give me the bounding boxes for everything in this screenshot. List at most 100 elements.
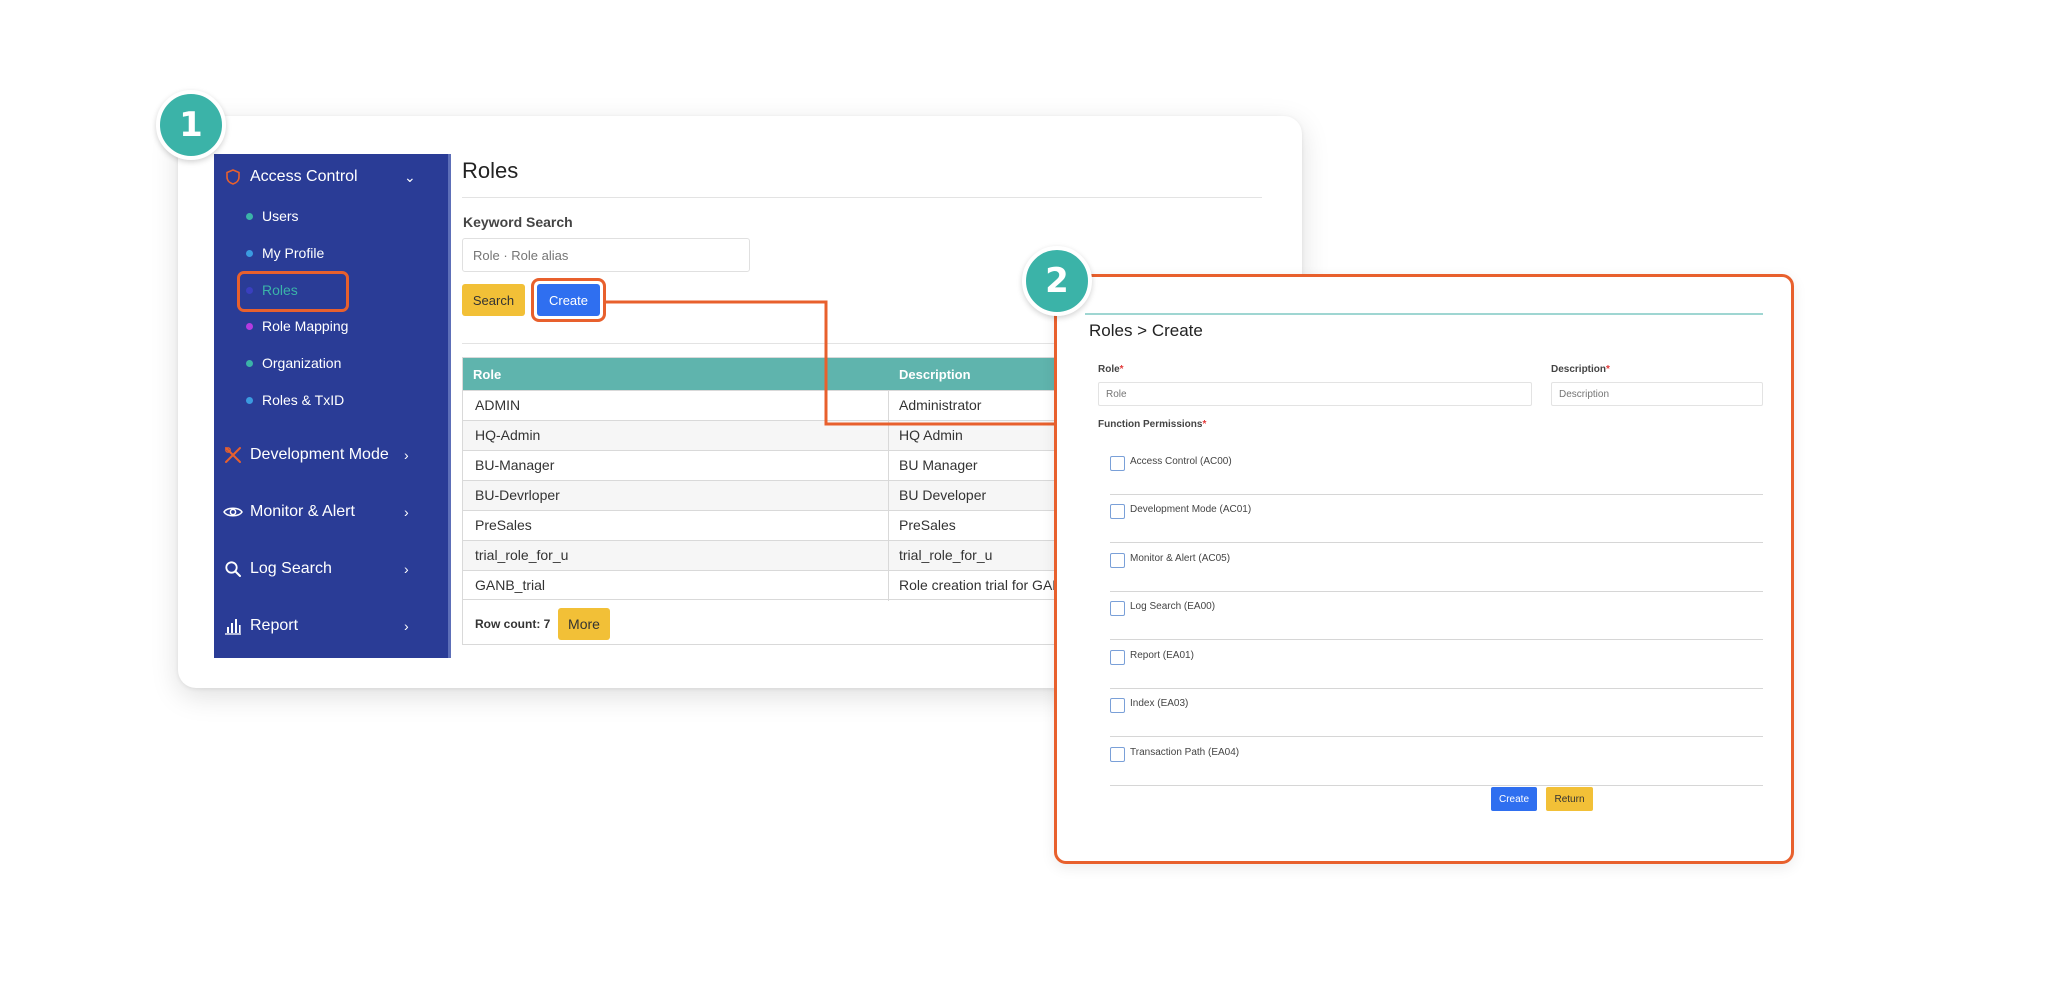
permission-label: Access Control (AC00) [1130,456,1232,467]
description-cell: PreSales [899,517,956,533]
bullet-dot-icon [246,359,253,367]
column-header-role: Role [473,367,502,382]
chevron-down-icon: ⌄ [404,168,416,185]
permission-label: Development Mode (AC01) [1130,504,1252,515]
sidebar-item-organization[interactable]: Organization [246,351,341,375]
permission-checkbox[interactable] [1110,747,1125,762]
permission-row[interactable]: Access Control (AC00) [1110,446,1763,495]
sidebar-item-users[interactable]: Users [246,204,299,228]
more-button[interactable]: More [558,608,610,640]
sidebar-section-log-search[interactable]: Log Search › [214,549,448,589]
role-input[interactable] [1098,382,1532,406]
sidebar-section-label: Monitor & Alert [250,503,355,520]
sidebar-section-label: Access Control [250,168,358,185]
description-field-label: Description* [1551,364,1610,375]
form-top-divider [1085,313,1763,315]
sidebar-item-my-profile[interactable]: My Profile [246,241,324,265]
role-cell: ADMIN [475,397,521,413]
role-cell: PreSales [475,517,532,533]
permission-row[interactable]: Log Search (EA00) [1110,591,1763,640]
description-cell: trial_role_for_u [899,547,993,563]
table-header: Role Description [463,358,1062,390]
table-row[interactable]: ADMIN Administrator [463,390,1062,420]
table-row[interactable]: BU-Manager BU Manager [463,450,1062,480]
permission-row[interactable]: Development Mode (AC01) [1110,494,1763,543]
table-row[interactable]: PreSales PreSales [463,510,1062,540]
column-header-description: Description [899,367,971,382]
table-row[interactable]: GANB_trial Role creation trial for GANB [463,570,1062,600]
bar-chart-icon [222,615,244,637]
sidebar-item-label: My Profile [262,245,325,261]
description-cell: Role creation trial for GANB [899,577,1062,593]
callout-badge-2: 2 [1022,246,1092,316]
eye-icon [222,501,244,523]
row-count: Row count: 7 [475,617,551,631]
sidebar-item-label: Users [262,208,299,224]
table-row[interactable]: BU-Devrloper BU Developer [463,480,1062,510]
sidebar-section-label: Report [250,617,299,634]
chevron-right-icon: › [404,561,409,577]
bullet-dot-icon [246,249,253,257]
sidebar-item-roles-txid[interactable]: Roles & TxID [246,388,344,412]
permission-label: Log Search (EA00) [1130,601,1216,612]
role-cell: BU-Manager [475,457,555,473]
sidebar-section-label: Log Search [250,560,332,577]
permission-label: Index (EA03) [1130,698,1189,709]
function-permissions-label: Function Permissions* [1098,419,1207,430]
permission-checkbox[interactable] [1110,553,1125,568]
title-divider [462,197,1262,198]
description-input[interactable] [1551,382,1763,406]
callout-badge-1: 1 [156,90,226,160]
description-cell: BU Developer [899,487,987,503]
keyword-search-input[interactable] [462,238,750,272]
chevron-right-icon: › [404,447,409,463]
chevron-right-icon: › [404,504,409,520]
bullet-dot-icon [246,212,253,220]
page-title: Roles [462,158,519,183]
sidebar-section-development-mode[interactable]: Development Mode › [214,435,448,475]
sidebar-item-label: Organization [262,355,342,371]
description-cell: Administrator [899,397,982,413]
permission-row[interactable]: Index (EA03) [1110,688,1763,737]
sidebar-item-role-mapping[interactable]: Role Mapping [246,314,348,338]
role-field-label: Role* [1098,364,1124,375]
permission-row[interactable]: Transaction Path (EA04) [1110,737,1763,786]
roles-highlight-box [237,271,349,312]
breadcrumb: Roles > Create [1089,321,1203,340]
sidebar-item-label: Roles & TxID [262,392,345,408]
permission-row[interactable]: Monitor & Alert (AC05) [1110,543,1763,592]
permission-checkbox[interactable] [1110,504,1125,519]
bullet-dot-icon [246,396,253,404]
create-highlight-box [531,278,606,322]
permission-checkbox[interactable] [1110,650,1125,665]
role-cell: HQ-Admin [475,427,541,443]
sidebar-section-report[interactable]: Report › [214,606,448,646]
permission-label: Transaction Path (EA04) [1130,747,1240,758]
permission-label: Report (EA01) [1130,650,1194,661]
permission-checkbox[interactable] [1110,456,1125,471]
table-row[interactable]: HQ-Admin HQ Admin [463,420,1062,450]
permission-label: Monitor & Alert (AC05) [1130,553,1231,564]
table-row[interactable]: trial_role_for_u trial_role_for_u [463,540,1062,570]
role-cell: trial_role_for_u [475,547,569,563]
permission-checkbox[interactable] [1110,601,1125,616]
permission-row[interactable]: Report (EA01) [1110,640,1763,689]
bullet-dot-icon [246,322,253,330]
sidebar-section-label: Development Mode [250,446,389,463]
role-cell: BU-Devrloper [475,487,560,503]
role-cell: GANB_trial [475,577,546,593]
tools-icon [222,444,244,466]
sidebar: Access Control ⌄ Users My Profile Roles … [214,154,451,658]
form-create-button[interactable]: Create [1491,787,1537,811]
search-button[interactable]: Search [462,284,525,316]
sidebar-section-access-control[interactable]: Access Control ⌄ [214,157,448,197]
permission-checkbox[interactable] [1110,698,1125,713]
description-cell: HQ Admin [899,427,963,443]
chevron-right-icon: › [404,618,409,634]
return-button[interactable]: Return [1546,787,1593,811]
shield-icon [222,166,244,188]
sidebar-item-label: Role Mapping [262,318,349,334]
search-icon [222,558,244,580]
sidebar-section-monitor-alert[interactable]: Monitor & Alert › [214,492,448,532]
keyword-search-label: Keyword Search [463,214,573,230]
